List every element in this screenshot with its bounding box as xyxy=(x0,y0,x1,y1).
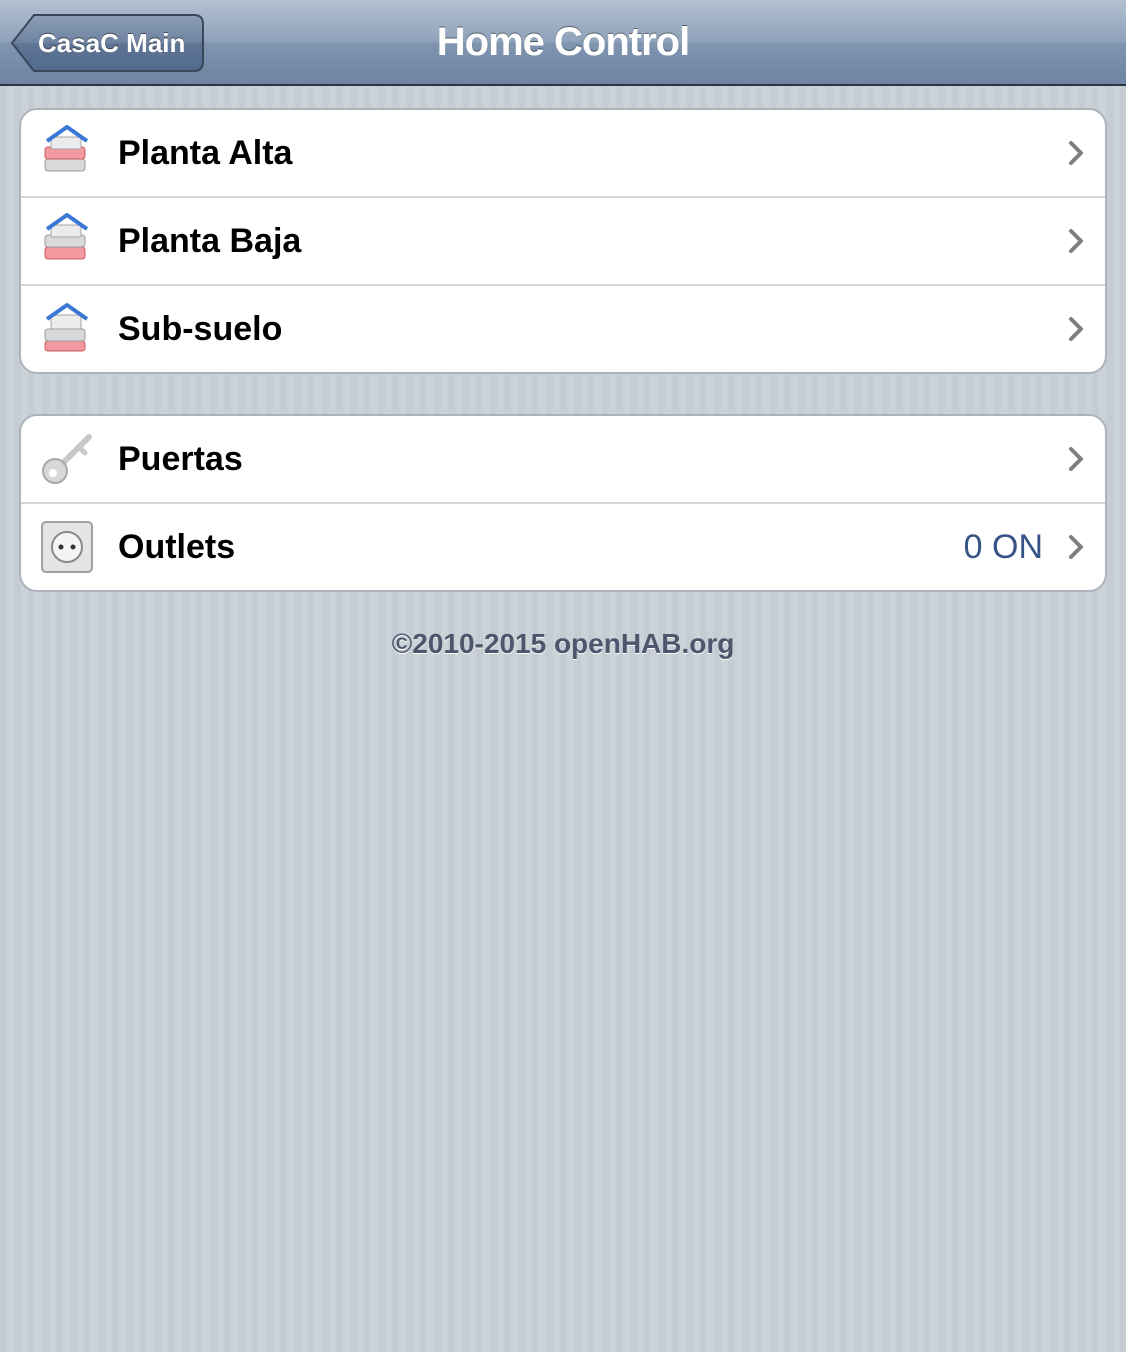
page-title: Home Control xyxy=(436,20,690,64)
list-item-label: Planta Alta xyxy=(118,133,293,172)
outlet-icon xyxy=(41,521,93,573)
chevron-right-icon xyxy=(1069,229,1083,253)
house-stack-icon xyxy=(44,213,89,260)
list-item-planta-baja[interactable]: Planta Baja xyxy=(21,198,1105,286)
list-item-puertas[interactable]: Puertas xyxy=(21,416,1105,504)
key-icon xyxy=(42,434,92,484)
house-stack-icon xyxy=(44,125,89,172)
list-item-label: Puertas xyxy=(118,439,243,478)
list-item-sub-suelo[interactable]: Sub-suelo xyxy=(21,286,1105,372)
chevron-right-icon xyxy=(1069,141,1083,165)
chevron-right-icon xyxy=(1069,535,1083,559)
devices-group: Puertas Outlets 0 ON xyxy=(19,414,1107,592)
navigation-bar: CasaC Main Home Control xyxy=(0,0,1126,86)
copyright-footer: ©2010-2015 openHAB.org xyxy=(391,628,735,659)
list-item-label: Sub-suelo xyxy=(118,309,283,348)
status-value: 0 ON xyxy=(963,527,1043,566)
list-item-label: Outlets xyxy=(118,527,236,566)
chevron-right-icon xyxy=(1069,447,1083,471)
chevron-right-icon xyxy=(1069,317,1083,341)
floors-group: Planta Alta Planta Baja Sub-suelo xyxy=(19,108,1107,374)
list-item-outlets[interactable]: Outlets 0 ON xyxy=(21,504,1105,590)
list-item-label: Planta Baja xyxy=(118,221,302,260)
house-stack-icon xyxy=(44,303,89,352)
list-item-planta-alta[interactable]: Planta Alta xyxy=(21,110,1105,198)
